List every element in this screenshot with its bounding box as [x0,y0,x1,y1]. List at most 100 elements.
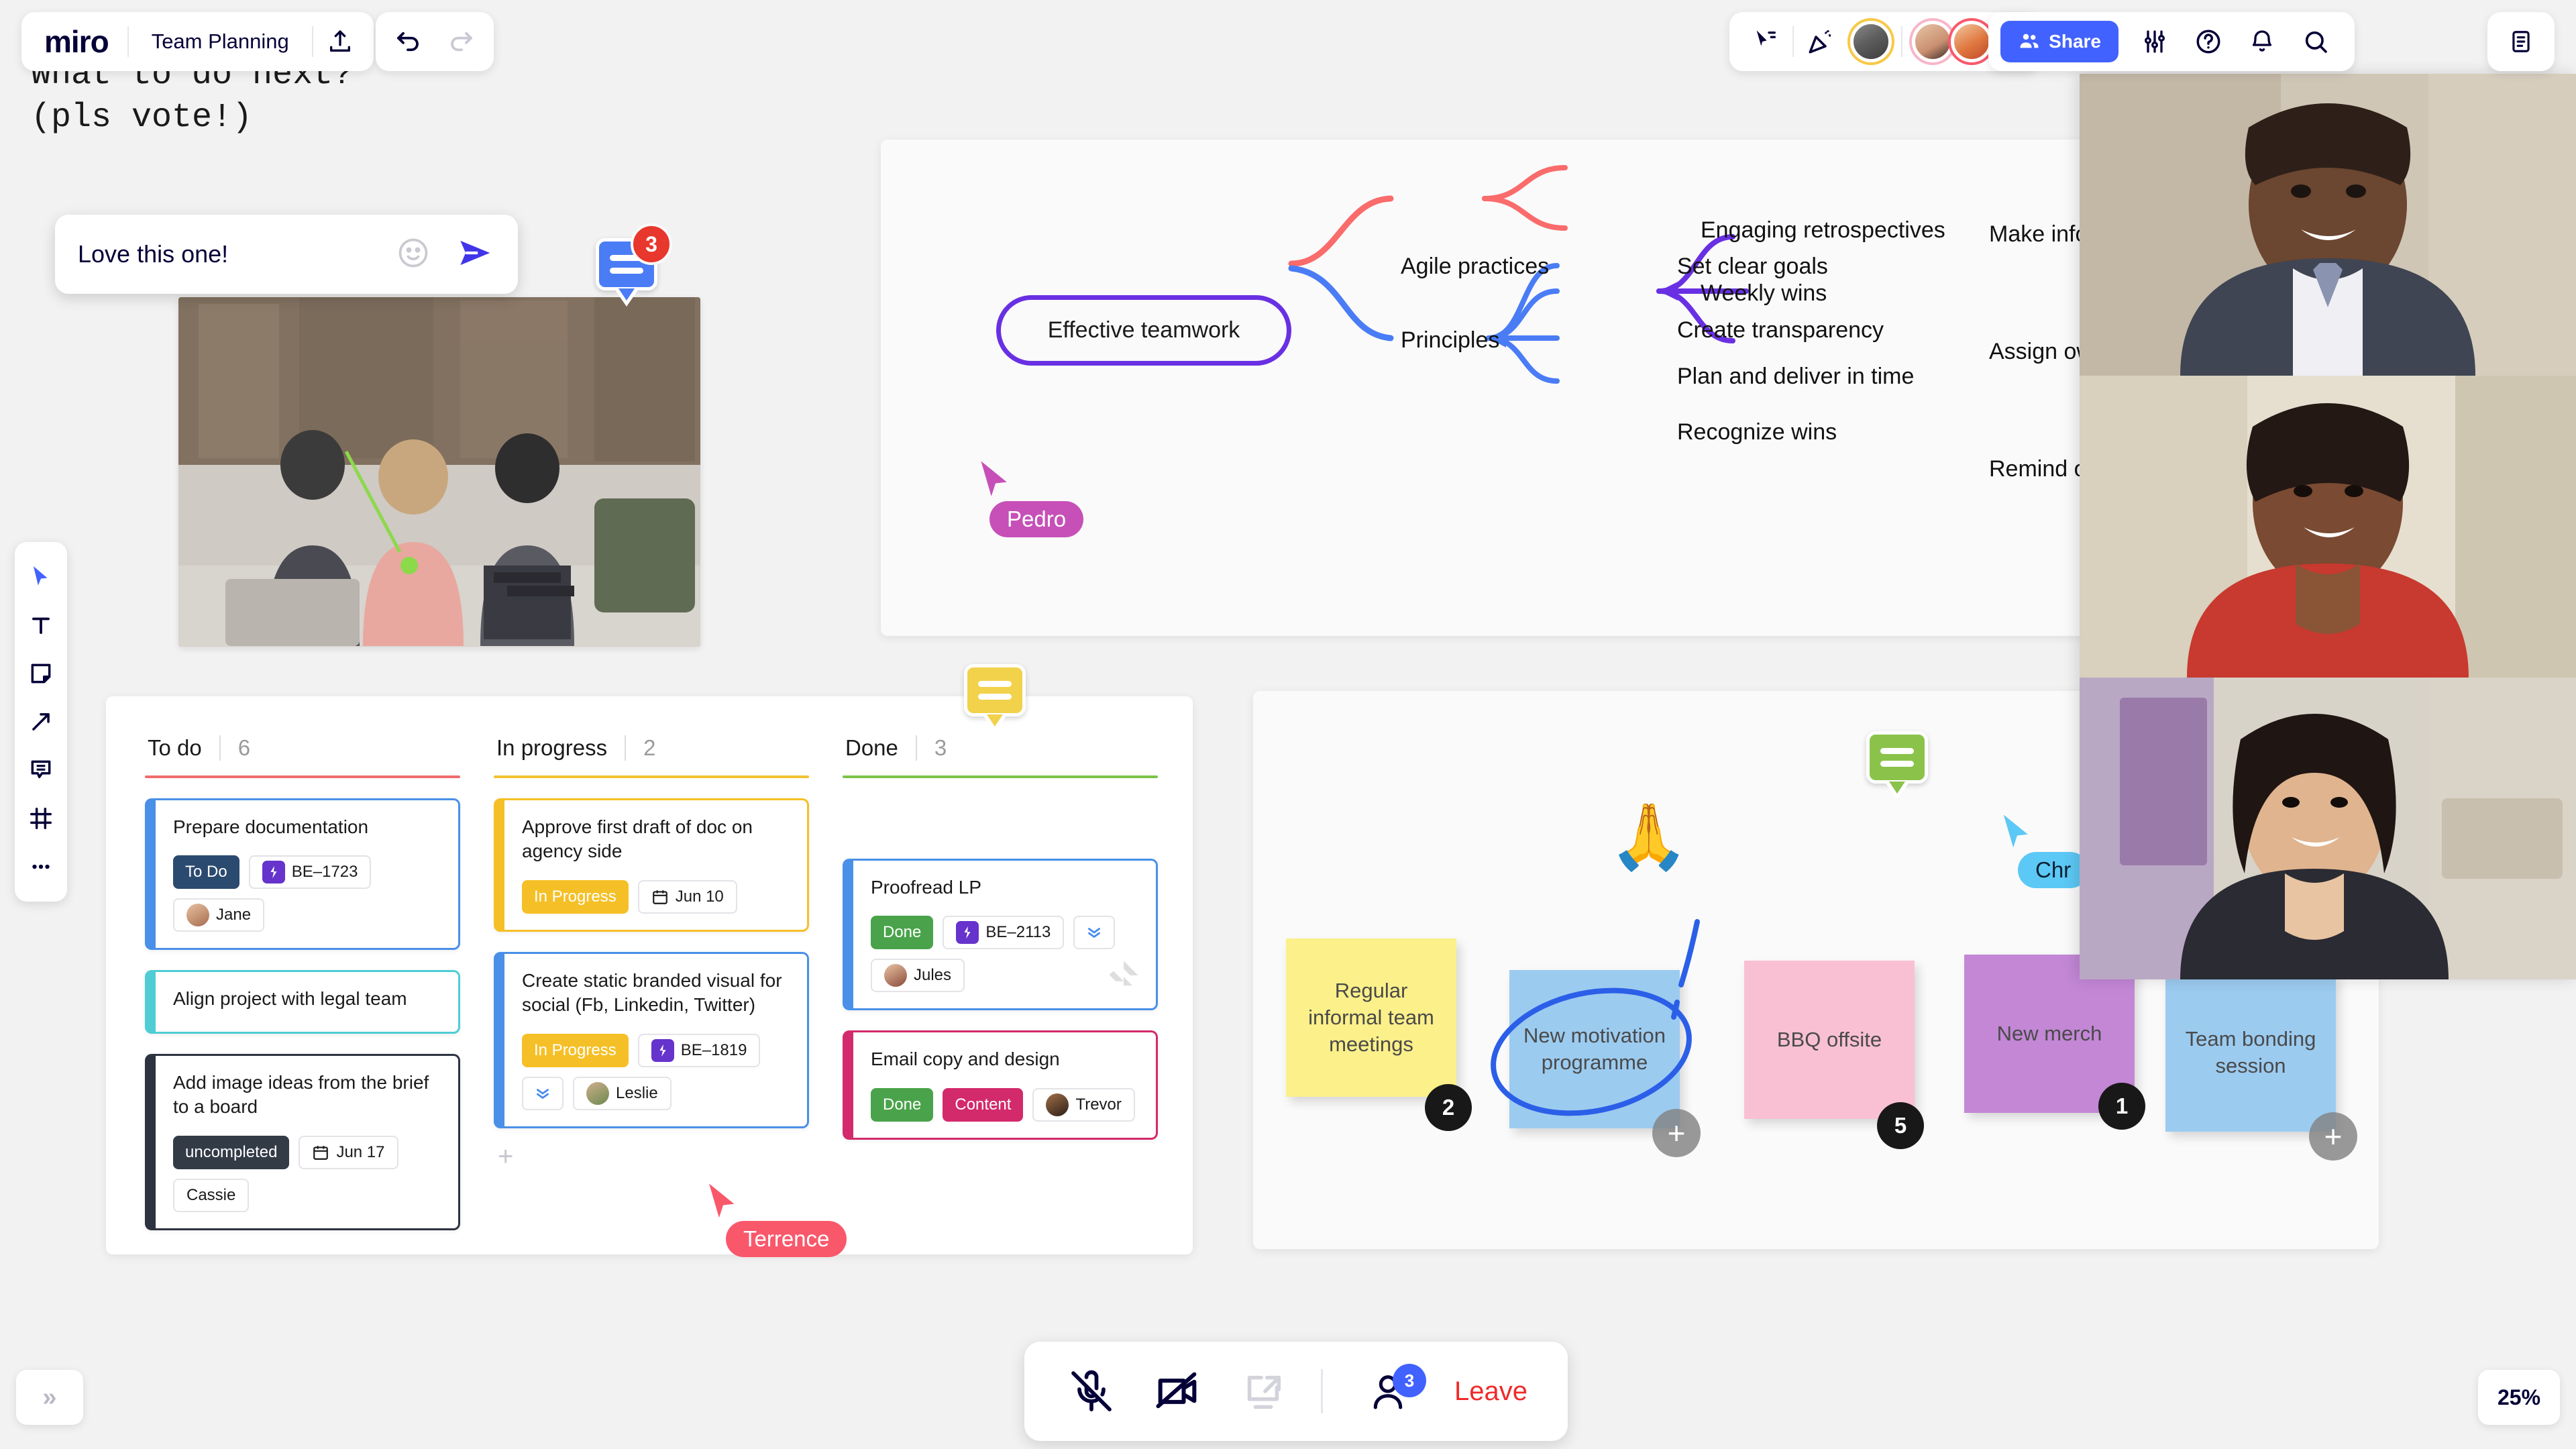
kanban-column-header: To do 6 [145,735,460,775]
side-panel-group [2487,12,2555,71]
kanban-card[interactable]: Proofread LP Done BE–2113 Jules [843,859,1158,1011]
search-icon[interactable] [2289,15,2343,68]
panel-icon[interactable] [2494,15,2548,68]
undo-icon[interactable] [381,15,435,68]
comment-pin-kanban[interactable] [964,664,1026,733]
redo-icon[interactable] [435,15,488,68]
mindmap-root-node[interactable]: Effective teamwork [996,295,1291,366]
mindmap-node-engaging-retrospectives[interactable]: Engaging retrospectives [1701,217,1945,244]
miro-logo[interactable]: miro [28,23,127,60]
comment-pin-vote[interactable] [1866,731,1928,800]
mindmap-node-assign-owners[interactable]: Assign ow [1989,339,2093,365]
more-tools[interactable] [15,843,67,891]
priority-chip[interactable] [1073,916,1116,950]
jira-chip[interactable]: BE–1723 [248,855,372,890]
divider [1321,1369,1323,1413]
kanban-column-title: Done [845,735,898,760]
comment-pin-photo[interactable]: 3 [596,223,672,307]
jira-chip[interactable]: BE–1819 [637,1033,761,1067]
assignee-chip[interactable]: Trevor [1032,1087,1135,1122]
microphone-muted-icon[interactable] [1049,1354,1134,1428]
status-badge[interactable]: In Progress [522,879,629,914]
presence-cursor-icon[interactable] [1739,15,1792,68]
people-icon [2020,34,2039,48]
question-circle-icon[interactable] [2182,15,2235,68]
mindmap-node-remind-others[interactable]: Remind o [1989,456,2087,482]
kanban-card[interactable]: Create static branded visual for social … [494,951,809,1128]
due-date-chip[interactable]: Jun 17 [299,1135,398,1169]
due-date-chip[interactable]: Jun 10 [637,879,737,914]
shapes-arrow-tool[interactable] [15,698,67,746]
sticky-note-text: New merch [1996,1022,2102,1046]
status-badge[interactable]: Done [871,916,934,950]
mindmap-node-set-clear-goals[interactable]: Set clear goals [1677,254,1828,280]
jira-icon [262,861,285,884]
chevron-double-right-icon[interactable]: » [16,1370,83,1425]
camera-off-icon[interactable] [1134,1354,1220,1428]
upload-icon[interactable] [313,15,367,68]
mindmap-node-recognize-wins[interactable]: Recognize wins [1677,419,1837,445]
select-tool[interactable] [15,553,67,601]
label-badge[interactable]: Content [943,1087,1024,1122]
avatar[interactable] [1847,18,1894,65]
kanban-card[interactable]: Approve first draft of doc on agency sid… [494,798,809,932]
board-title[interactable]: Team Planning [129,30,312,54]
sticky-note-text: BBQ offsite [1776,1028,1882,1052]
mindmap-branch-agile[interactable]: Agile practices [1401,254,1549,280]
video-tile-participant-3[interactable] [2080,678,2576,979]
share-button[interactable]: Share [2000,21,2118,62]
mindmap-node-create-transparency[interactable]: Create transparency [1677,317,1884,343]
status-badge[interactable]: Done [871,1087,934,1122]
kanban-card[interactable]: Add image ideas from the brief to a boar… [145,1053,460,1230]
celebrate-icon[interactable] [1794,15,1847,68]
kanban-column-count: 6 [237,735,251,760]
add-card-button[interactable]: + [494,1142,809,1172]
comment-composer[interactable]: Love this one! [55,215,518,294]
assignee-chip[interactable]: Jane [173,898,265,932]
status-badge[interactable]: In Progress [522,1033,629,1067]
frame-tool[interactable] [15,794,67,843]
mindmap-node-make-info[interactable]: Make info [1989,221,2088,248]
bell-icon[interactable] [2235,15,2289,68]
add-vote-button[interactable]: + [1652,1109,1701,1157]
video-tile-participant-1[interactable] [2080,74,2576,376]
video-tile-participant-2[interactable] [2080,376,2576,678]
sticky-note[interactable]: New motivation programme [1509,970,1680,1128]
smiley-icon[interactable] [396,235,431,274]
participants-button[interactable]: 3 [1338,1354,1438,1428]
status-badge[interactable]: To Do [173,855,239,890]
sticky-note[interactable]: BBQ offsite [1744,961,1915,1119]
assignee-chip[interactable]: Leslie [573,1076,672,1110]
sticky-note-text: Team bonding session [2185,1027,2316,1077]
mindmap-node-plan-and-deliver[interactable]: Plan and deliver in time [1677,364,1914,390]
chevrons-down-icon [1088,928,1101,938]
add-vote-button[interactable]: + [2309,1112,2357,1161]
kanban-card[interactable]: Prepare documentation To Do BE–1723 Jane [145,798,460,951]
share-screen-icon[interactable] [1220,1354,1306,1428]
jira-chip[interactable]: BE–2113 [943,916,1065,950]
send-icon[interactable] [453,232,495,277]
comment-icon [31,760,51,779]
sticky-note-icon [31,663,51,684]
mindmap-node-weekly-wins[interactable]: Weekly wins [1701,280,1827,307]
jira-key: BE–2113 [985,923,1051,942]
left-creation-toolbar [15,542,67,902]
status-badge[interactable]: uncompleted [173,1135,290,1169]
comment-composer-text[interactable]: Love this one! [78,240,396,268]
leave-call-button[interactable]: Leave [1438,1377,1544,1407]
comment-tool[interactable] [15,746,67,794]
sticky-note-tool[interactable] [15,649,67,698]
jira-icon [651,1038,674,1062]
sticky-note[interactable]: Regular informal team meetings [1286,938,1456,1097]
team-photo[interactable] [178,297,700,647]
assignee-chip[interactable]: Jules [871,959,965,993]
mindmap-branch-principles[interactable]: Principles [1401,327,1499,354]
sliders-icon[interactable] [2128,15,2182,68]
assignee-chip[interactable]: Cassie [173,1178,250,1212]
kanban-card[interactable]: Align project with legal team [145,970,460,1034]
kanban-card[interactable]: Email copy and design Done Content Trevo… [843,1030,1158,1140]
zoom-level-indicator[interactable]: 25% [2478,1370,2560,1425]
priority-chip[interactable] [522,1076,564,1110]
sticky-note[interactable]: Team bonding session [2165,973,2336,1132]
text-tool[interactable] [15,601,67,649]
